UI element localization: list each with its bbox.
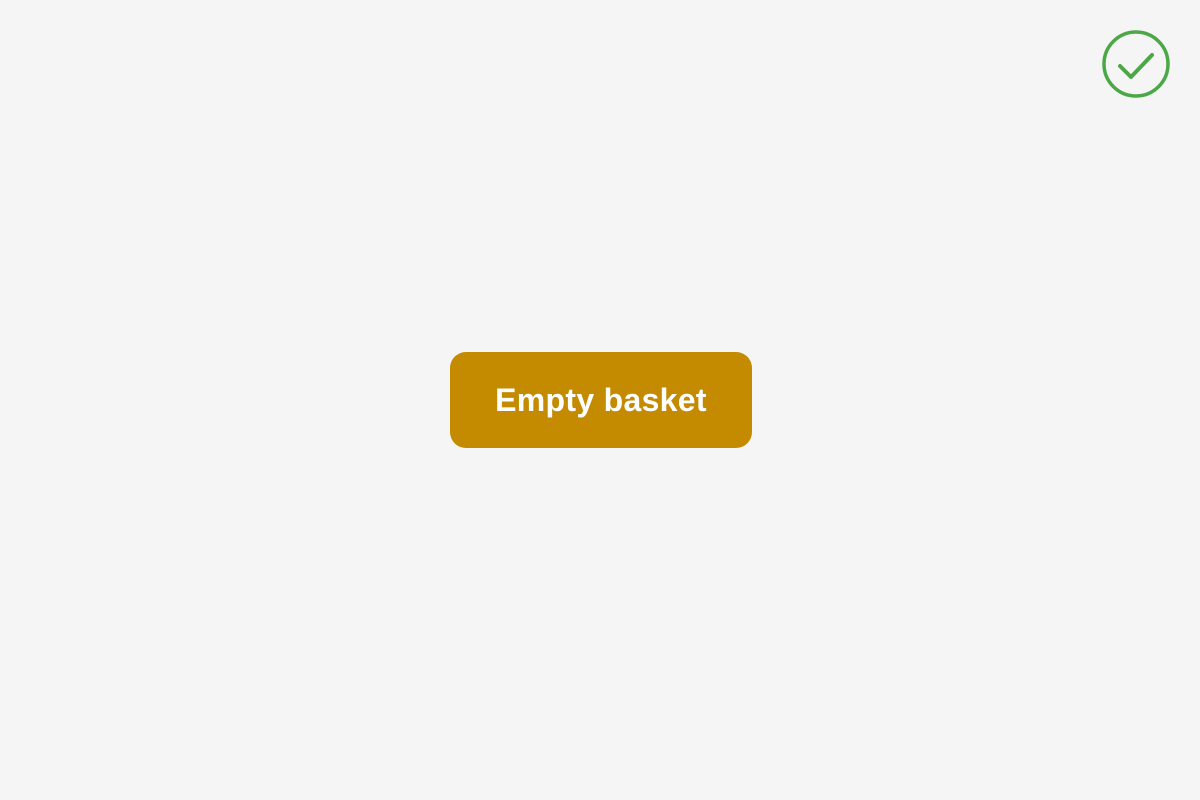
check-circle-ring bbox=[1102, 30, 1170, 98]
check-circle-icon bbox=[1101, 30, 1171, 100]
check-circle-svg bbox=[1102, 30, 1170, 98]
checkmark-stroke bbox=[1118, 53, 1154, 79]
page: Empty basket bbox=[0, 0, 1200, 800]
empty-basket-button[interactable]: Empty basket bbox=[450, 352, 752, 448]
